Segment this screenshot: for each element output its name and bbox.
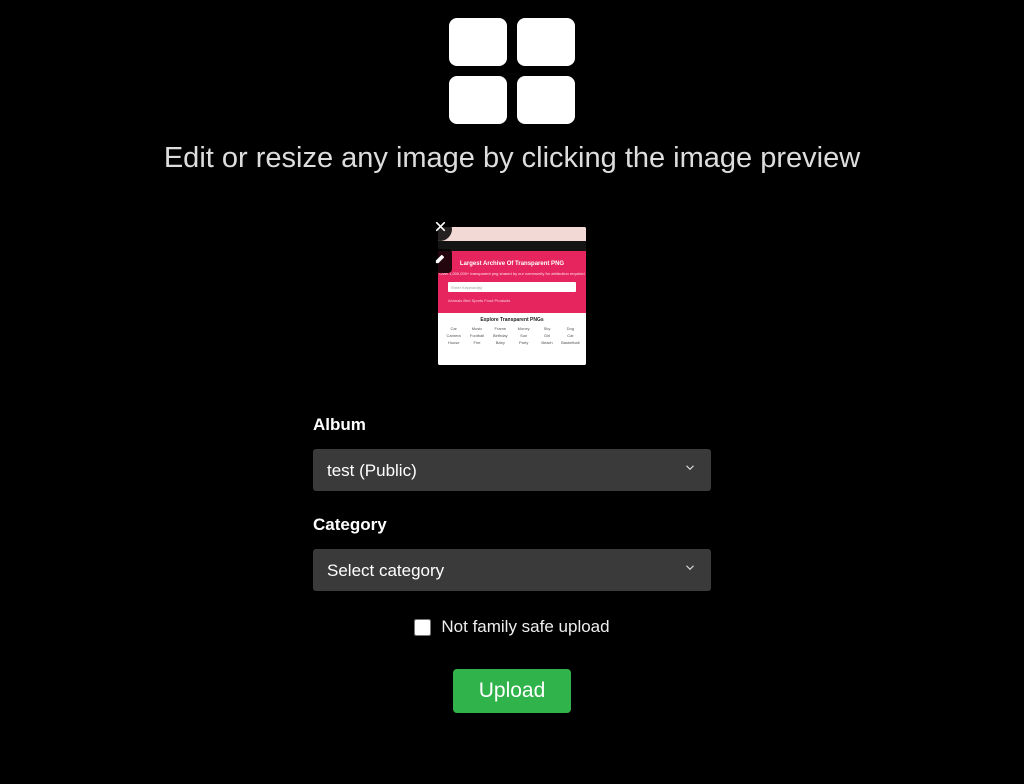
thumbnail-cat: Birthday [491,333,510,338]
thumbnail-cat: Dog [561,326,580,331]
thumbnail-cat: Girl [537,333,556,338]
upload-button-row: Upload [313,651,711,713]
thumbnail-cat: Beach [537,340,556,345]
thumbnail-cat: Music [467,326,486,331]
thumbnail-site-topbar [438,241,586,251]
category-select[interactable]: Select category [313,549,711,591]
logo-tile [449,18,507,66]
thumbnail-site-hero: Largest Archive Of Transparent PNG Over … [438,251,586,313]
thumbnail-cat: Cat [561,333,580,338]
thumbnail-cat: Fire [467,340,486,345]
upload-dialog: Edit or resize any image by clicking the… [0,0,1024,713]
thumbnail-category-grid: Car Music Frame Money Sky Dog Camera Foo… [444,326,580,345]
app-logo [449,18,575,124]
close-icon [434,220,447,238]
album-select-wrap: test (Public) [313,449,711,491]
thumbnail-search-placeholder: Enter Keyword(s) [448,285,482,290]
edit-icon [434,252,447,270]
thumbnail-cat: Football [467,333,486,338]
thumbnail-cat: House [444,340,463,345]
category-select-wrap: Select category [313,549,711,591]
thumbnail-search-bar: Enter Keyword(s) [448,282,575,292]
thumbnail-cat: Camera [444,333,463,338]
thumbnail-body-title: Explore Transparent PNGs [444,317,580,323]
thumbnail-cat: Money [514,326,533,331]
album-label: Album [313,415,711,435]
category-label: Category [313,515,711,535]
logo-tile [517,18,575,66]
thumbnail-site-body: Explore Transparent PNGs Car Music Frame… [438,313,586,365]
remove-image-button[interactable] [428,217,452,241]
thumbnail-cat: Sky [537,326,556,331]
album-select[interactable]: test (Public) [313,449,711,491]
upload-form: Album test (Public) Category Select cate… [313,415,711,713]
logo-tile [449,76,507,124]
nsfw-checkbox[interactable] [414,619,431,636]
image-preview[interactable]: Largest Archive Of Transparent PNG Over … [438,227,586,365]
thumbnail-browser-chrome [438,227,586,241]
thumbnail-cat: Frame [491,326,510,331]
thumbnail-cat: Party [514,340,533,345]
thumbnail-hero-tags: Animals Bird Sports Food Products [438,298,510,303]
thumbnail-cat: Sun [514,333,533,338]
thumbnail-cat: Car [444,326,463,331]
edit-image-button[interactable] [428,249,452,273]
thumbnail-cat: Baby [491,340,510,345]
headline-text: Edit or resize any image by clicking the… [164,142,860,175]
thumbnail-image[interactable]: Largest Archive Of Transparent PNG Over … [438,227,586,365]
thumbnail-hero-subtitle: Over 1,000,000+ transparent png shared b… [439,271,584,276]
nsfw-label: Not family safe upload [441,617,609,637]
upload-button[interactable]: Upload [453,669,572,713]
thumbnail-hero-title: Largest Archive Of Transparent PNG [460,261,564,267]
nsfw-row: Not family safe upload [313,617,711,637]
thumbnail-cat: Basketball [561,340,580,345]
logo-tile [517,76,575,124]
